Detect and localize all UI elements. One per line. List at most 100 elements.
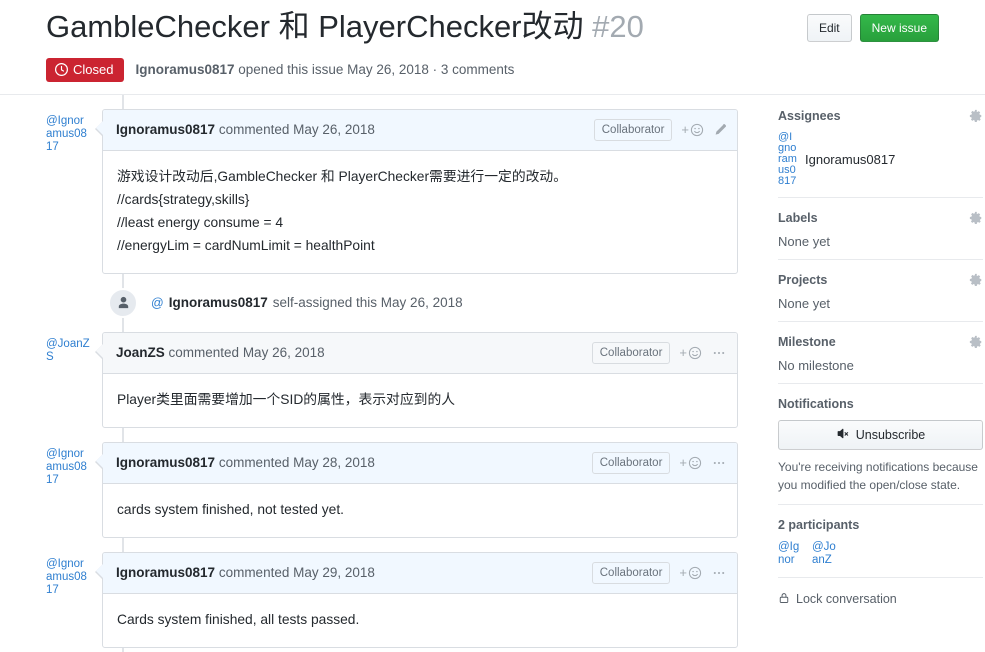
- notifications-title: Notifications: [778, 396, 854, 411]
- comment-header-actions: Collaborator +: [593, 118, 727, 141]
- comment-card: JoanZS commented May 26, 2018 Collaborat…: [95, 331, 738, 428]
- issue-title-text: GambleChecker 和 PlayerChecker改动: [46, 9, 584, 44]
- avatar[interactable]: @Ignoramus0817: [46, 442, 90, 538]
- comment-line: Player类里面需要增加一个SID的属性，表示对应到的人: [117, 391, 456, 407]
- timeline-items: @Ignoramus0817 Ignoramus0817 commented M…: [46, 95, 738, 652]
- timeline: @Ignoramus0817 Ignoramus0817 commented M…: [46, 94, 738, 652]
- smiley-icon: [688, 456, 702, 470]
- comment-menu-icon[interactable]: [711, 566, 727, 580]
- comment-line: cards system finished, not tested yet.: [117, 501, 344, 517]
- gear-icon[interactable]: [969, 109, 983, 123]
- add-reaction-button[interactable]: +: [679, 346, 702, 360]
- avatar[interactable]: @Ignor: [778, 541, 804, 567]
- comment-header-actions: Collaborator +: [591, 561, 727, 584]
- plus-icon: +: [679, 455, 687, 471]
- smiley-icon: [690, 123, 704, 137]
- sidebar-section-projects: Projects None yet: [778, 273, 983, 322]
- avatar[interactable]: @Ignoramus0817: [46, 109, 90, 274]
- issue-meta: Closed Ignoramus0817 opened this issue M…: [46, 57, 939, 94]
- comment-line: //energyLim = cardNumLimit = healthPoint: [117, 237, 375, 253]
- event-text: @ Ignoramus0817 self-assigned this May 2…: [151, 295, 463, 310]
- notifications-note: You're receiving notifications because y…: [778, 459, 978, 492]
- author-association-badge: Collaborator: [591, 341, 671, 364]
- issue-meta-rest: opened this issue May 26, 2018 · 3 comme…: [238, 62, 515, 78]
- unsubscribe-label: Unsubscribe: [855, 427, 926, 442]
- labels-header: Labels: [778, 211, 983, 225]
- avatar[interactable]: @JoanZ: [812, 541, 838, 567]
- comment-header-actions: Collaborator +: [591, 341, 727, 364]
- assignees-title: Assignees: [778, 108, 841, 123]
- mute-icon: [836, 427, 850, 443]
- comment-menu-icon[interactable]: [711, 346, 727, 360]
- projects-title: Projects: [778, 272, 828, 287]
- comment-wrapper: Ignoramus0817 commented May 26, 2018 Col…: [95, 108, 738, 274]
- smiley-icon: [688, 346, 702, 360]
- timeline-comment: @Ignoramus0817 Ignoramus0817 commented M…: [46, 108, 738, 274]
- comment-header: JoanZS commented May 26, 2018 Collaborat…: [103, 332, 737, 374]
- author-association-badge: Collaborator: [593, 118, 673, 141]
- comment-body: cards system finished, not tested yet.: [103, 484, 737, 537]
- sidebar-section-assignees: Assignees @Ignoramus0817 Ignoramus0817: [778, 109, 983, 198]
- comment-body: Player类里面需要增加一个SID的属性，表示对应到的人: [103, 374, 737, 427]
- comment-byline: JoanZS commented May 26, 2018: [116, 345, 325, 360]
- gear-icon[interactable]: [969, 273, 983, 287]
- comment-author[interactable]: Ignoramus0817: [116, 122, 215, 137]
- avatar[interactable]: @Ignoramus0817: [46, 552, 90, 648]
- gear-icon[interactable]: [969, 335, 983, 349]
- comment-menu-icon[interactable]: [711, 456, 727, 470]
- timeline-comment: @Ignoramus0817 Ignoramus0817 commented M…: [46, 441, 738, 538]
- issue-number: #20: [592, 9, 644, 44]
- event-actor[interactable]: Ignoramus0817: [169, 295, 268, 310]
- assignee-name: Ignoramus0817: [805, 151, 896, 167]
- assignee-item[interactable]: @Ignoramus0817 Ignoramus0817: [778, 130, 983, 187]
- issue-meta-text: Ignoramus0817 opened this issue May 26, …: [135, 62, 514, 77]
- closed-issue-icon: [55, 63, 68, 77]
- issue-header: GambleChecker 和 PlayerChecker改动 #20 Edit…: [0, 0, 985, 94]
- plus-icon: +: [679, 565, 687, 581]
- sidebar: Assignees @Ignoramus0817 Ignoramus0817 L…: [778, 95, 983, 652]
- comment-line: 游戏设计改动后,GambleChecker 和 PlayerChecker需要进…: [117, 168, 568, 184]
- milestone-header: Milestone: [778, 335, 983, 349]
- status-badge: Closed: [46, 57, 125, 82]
- unsubscribe-button[interactable]: Unsubscribe: [778, 419, 983, 450]
- smiley-icon: [688, 566, 702, 580]
- lock-conversation-label: Lock conversation: [796, 592, 897, 607]
- participants-count: 2 participants: [778, 517, 860, 532]
- issue-page: GambleChecker 和 PlayerChecker改动 #20 Edit…: [0, 0, 985, 652]
- comment-action: commented May 29, 2018: [218, 565, 375, 581]
- lock-conversation-button[interactable]: Lock conversation: [778, 591, 983, 608]
- author-association-badge: Collaborator: [591, 451, 671, 474]
- comment-body: 游戏设计改动后,GambleChecker 和 PlayerChecker需要进…: [103, 151, 737, 273]
- comment-wrapper: JoanZS commented May 26, 2018 Collaborat…: [95, 331, 738, 428]
- comment-card: Ignoramus0817 commented May 29, 2018 Col…: [95, 551, 738, 648]
- sidebar-section-labels: Labels None yet: [778, 211, 983, 260]
- edit-comment-icon[interactable]: [713, 123, 727, 137]
- comment-author[interactable]: Ignoramus0817: [116, 565, 215, 580]
- comment-author[interactable]: Ignoramus0817: [116, 455, 215, 470]
- comment-card: Ignoramus0817 commented May 26, 2018 Col…: [95, 108, 738, 274]
- avatar: @Ignoramus0817: [778, 130, 797, 187]
- title-row: GambleChecker 和 PlayerChecker改动 #20 Edit…: [46, 6, 939, 46]
- timeline-comment: @JoanZS JoanZS commented May 26, 2018 Co…: [46, 331, 738, 428]
- comment-line: //least energy consume = 4: [117, 214, 284, 230]
- avatar[interactable]: @: [151, 296, 164, 310]
- projects-header: Projects: [778, 273, 983, 287]
- comment-wrapper: Ignoramus0817 commented May 29, 2018 Col…: [95, 551, 738, 648]
- avatar[interactable]: @JoanZS: [46, 332, 90, 428]
- new-issue-button[interactable]: New issue: [859, 14, 939, 42]
- add-reaction-button[interactable]: +: [679, 456, 702, 470]
- comment-header-actions: Collaborator +: [591, 451, 727, 474]
- comment-action: commented May 26, 2018: [168, 345, 325, 361]
- lock-icon: [778, 591, 790, 608]
- plus-icon: +: [681, 122, 689, 138]
- comment-card: Ignoramus0817 commented May 28, 2018 Col…: [95, 441, 738, 538]
- timeline-event: @ Ignoramus0817 self-assigned this May 2…: [46, 287, 738, 318]
- participants-avatars: @Ignor @JoanZ: [778, 541, 983, 567]
- comment-author[interactable]: JoanZS: [116, 345, 165, 360]
- page-title: GambleChecker 和 PlayerChecker改动 #20: [46, 6, 644, 46]
- add-reaction-button[interactable]: +: [681, 123, 704, 137]
- edit-button[interactable]: Edit: [806, 14, 852, 42]
- add-reaction-button[interactable]: +: [679, 566, 702, 580]
- gear-icon[interactable]: [969, 211, 983, 225]
- issue-author-link[interactable]: Ignoramus0817: [135, 62, 234, 77]
